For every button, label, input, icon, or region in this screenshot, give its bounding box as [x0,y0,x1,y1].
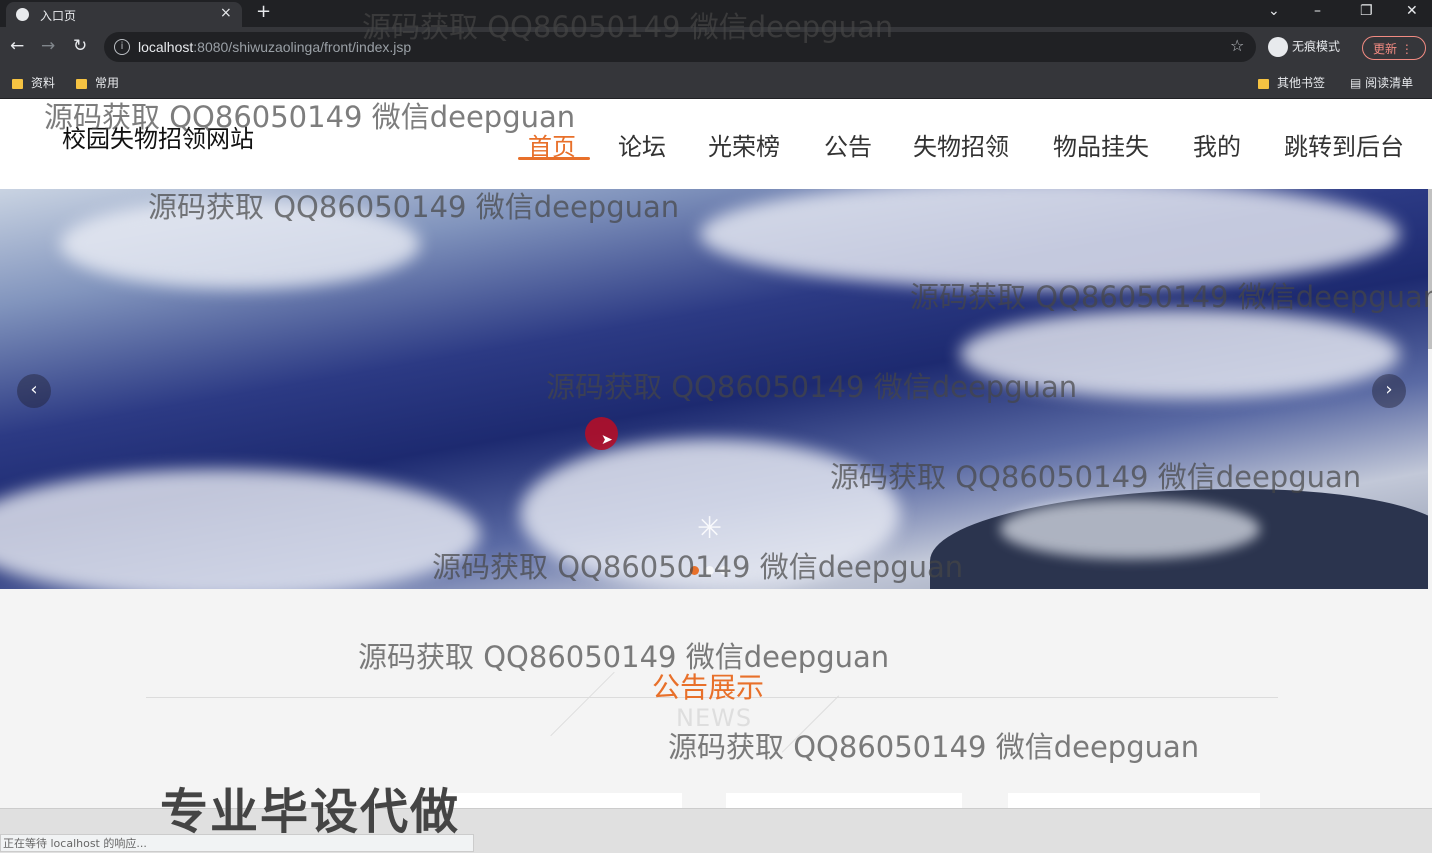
nav-lost-found[interactable]: 失物招领 [913,127,1009,162]
url-text[interactable]: localhost:8080/shiwuzaolinga/front/index… [138,39,411,55]
browser-status-bar: 正在等待 localhost 的响应... [0,834,474,852]
incognito-indicator[interactable]: 无痕模式 [1268,37,1340,57]
cloud [960,309,1400,399]
restore-icon[interactable]: ❐ [1360,3,1373,19]
decor-slash [781,695,840,753]
loading-spinner-icon: ✳ [697,511,723,546]
banner-carousel[interactable]: ‹ › ✳ ➤ [0,189,1428,589]
cloud [0,469,480,589]
window-close-icon[interactable]: ✕ [1406,3,1418,19]
site-info-icon[interactable]: i [114,39,130,55]
carousel-dot[interactable] [690,566,699,575]
address-bar[interactable]: i localhost:8080/shiwuzaolinga/front/ind… [104,32,1256,62]
carousel-indicators [690,560,735,579]
bookmark-folder-changyong[interactable]: 常用 [76,74,119,91]
back-icon[interactable]: ← [10,36,24,56]
bookmark-star-icon[interactable]: ☆ [1230,36,1244,55]
forward-icon[interactable]: → [41,36,55,56]
incognito-label: 无痕模式 [1292,39,1341,54]
folder-icon [12,78,23,89]
tab-search-icon[interactable]: ⌄ [1268,3,1280,19]
nav-mine[interactable]: 我的 [1193,127,1241,162]
promo-text: 专业毕设代做 [160,784,461,840]
bookmark-other[interactable]: 其他书签 [1258,74,1325,91]
cloud [700,189,1400,289]
nav-notice[interactable]: 公告 [824,127,872,162]
mouse-cursor-icon: ➤ [601,432,613,448]
reload-icon[interactable]: ↻ [73,36,87,56]
reading-list-icon: ▤ [1350,76,1366,90]
folder-icon [1258,78,1269,89]
minimize-icon[interactable]: – [1314,3,1321,19]
browser-toolbar: ← → ↻ i localhost:8080/shiwuzaolinga/fro… [0,27,1432,67]
reading-list[interactable]: ▤ 阅读清单 [1350,74,1413,91]
carousel-dot[interactable] [705,566,714,575]
site-title: 校园失物招领网站 [62,125,254,153]
mountain-snow [1000,499,1260,559]
cloud [60,199,420,289]
update-button[interactable]: 更新 ⋮ [1362,36,1426,60]
globe-icon [16,8,29,21]
decor-slash [550,671,615,737]
nav-admin[interactable]: 跳转到后台 [1284,127,1404,162]
active-nav-underline [518,157,590,160]
browser-tab-strip: 入口页 × + ⌄ – ❐ ✕ [0,0,1432,27]
carousel-dot[interactable] [720,566,729,575]
nav-report-lost[interactable]: 物品挂失 [1053,127,1149,162]
site-header: 校园失物招领网站 首页 论坛 光荣榜 公告 失物招领 物品挂失 我的 跳转到后台 [0,99,1432,189]
bookmark-folder-ziliao[interactable]: 资料 [12,74,55,91]
tab-title: 入口页 [40,9,77,23]
carousel-prev-button[interactable]: ‹ [17,374,51,408]
incognito-icon [1268,37,1288,57]
bookmarks-bar: 资料 常用 其他书签 ▤ 阅读清单 [0,67,1432,99]
new-tab-button[interactable]: + [256,1,271,22]
carousel-next-button[interactable]: › [1372,374,1406,408]
browser-tab[interactable]: 入口页 × [6,2,242,27]
section-subtitle: NEWS [676,704,753,732]
tab-close-icon[interactable]: × [220,5,232,21]
page: 校园失物招领网站 首页 论坛 光荣榜 公告 失物招领 物品挂失 我的 跳转到后台… [0,99,1432,852]
folder-icon [76,78,87,89]
nav-honor-roll[interactable]: 光荣榜 [708,127,780,162]
nav-forum[interactable]: 论坛 [618,127,666,162]
section-title: 公告展示 [652,671,765,704]
page-scrollbar[interactable] [1428,189,1432,349]
